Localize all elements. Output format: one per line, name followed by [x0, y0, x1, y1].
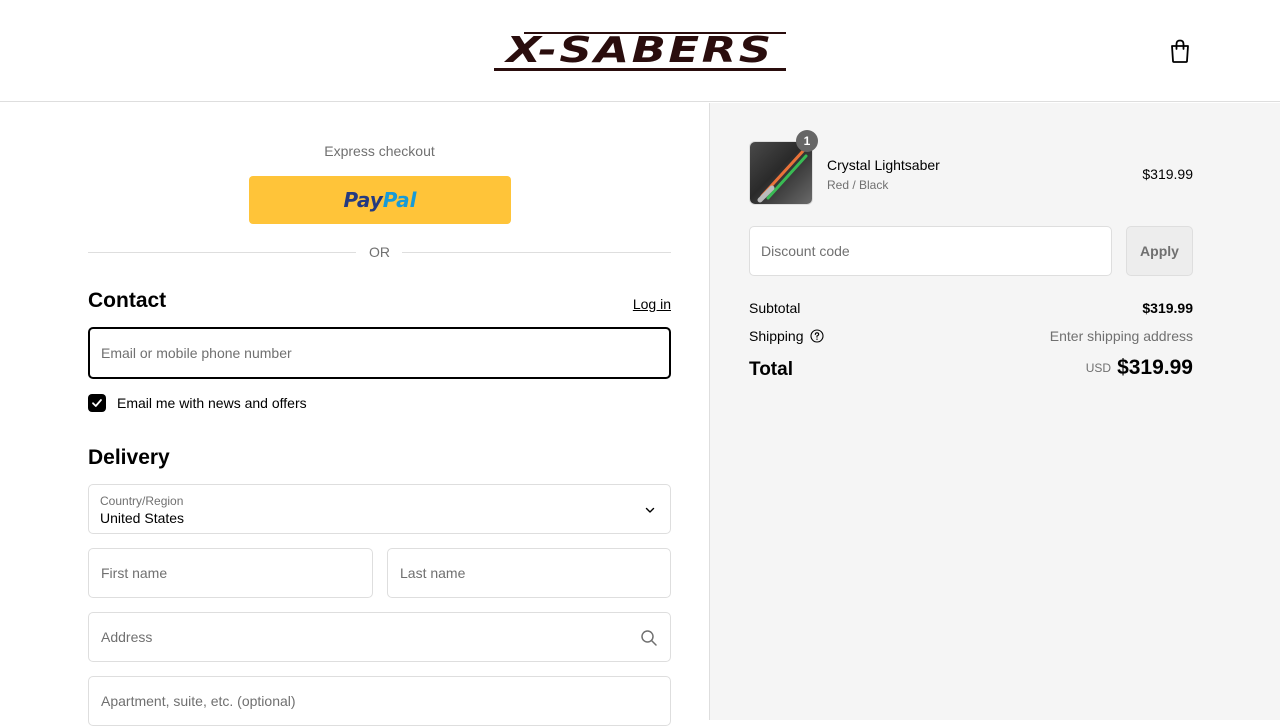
help-icon[interactable]	[809, 329, 824, 343]
or-text: OR	[369, 244, 390, 260]
address-field[interactable]	[88, 612, 671, 662]
store-logo[interactable]: X-SABERS	[494, 30, 786, 72]
logo-text: X-SABERS	[506, 30, 774, 71]
product-name: Crystal Lightsaber	[827, 157, 940, 173]
paypal-logo: PayPal	[343, 188, 416, 212]
total-label: Total	[749, 359, 793, 380]
shipping-label: Shipping	[749, 328, 804, 344]
product-variant: Red / Black	[827, 178, 889, 192]
last-name-field[interactable]	[387, 548, 671, 598]
order-summary-panel: 1 Crystal Lightsaber Red / Black $319.99…	[709, 103, 1280, 720]
country-label: Country/Region	[100, 494, 184, 508]
or-divider: OR	[88, 242, 671, 262]
subtotal-value: $319.99	[1142, 300, 1193, 316]
discount-input[interactable]	[750, 227, 1111, 275]
shipping-value: Enter shipping address	[1049, 328, 1193, 344]
paypal-button[interactable]: PayPal	[249, 176, 511, 224]
checkout-header: X-SABERS	[0, 0, 1280, 102]
apply-button[interactable]: Apply	[1126, 226, 1193, 276]
currency-code: USD	[1085, 361, 1112, 375]
discount-field[interactable]	[749, 226, 1112, 276]
checkout-form-panel: Express checkout PayPal OR Contact Log i…	[0, 103, 709, 726]
last-name-input[interactable]	[388, 549, 670, 597]
shipping-row: Shipping	[749, 328, 824, 344]
country-value: United States	[100, 510, 185, 526]
apartment-input[interactable]	[89, 677, 670, 725]
product-price: $319.99	[1142, 166, 1193, 182]
newsletter-option[interactable]: Email me with news and offers	[88, 393, 307, 413]
total-amount: USD $319.99	[973, 356, 1193, 380]
login-link[interactable]: Log in	[600, 296, 671, 312]
checkmark-icon	[92, 399, 102, 407]
country-select[interactable]: Country/Region United States	[88, 484, 671, 534]
paypal-logo-pal: Pal	[382, 188, 417, 212]
express-checkout-label: Express checkout	[324, 143, 435, 159]
delivery-title: Delivery	[88, 446, 170, 469]
first-name-field[interactable]	[88, 548, 373, 598]
search-icon[interactable]	[640, 629, 658, 647]
quantity-badge: 1	[796, 130, 818, 152]
chevron-down-icon	[645, 507, 655, 513]
address-input[interactable]	[89, 613, 670, 661]
apartment-field[interactable]	[88, 676, 671, 726]
first-name-input[interactable]	[89, 549, 372, 597]
email-input[interactable]	[90, 329, 669, 377]
shopping-bag-icon[interactable]	[1168, 38, 1192, 64]
contact-title: Contact	[88, 289, 167, 312]
newsletter-label[interactable]: Email me with news and offers	[117, 395, 307, 411]
email-field[interactable]	[88, 327, 671, 379]
subtotal-label: Subtotal	[749, 300, 801, 316]
newsletter-checkbox[interactable]	[88, 394, 106, 412]
paypal-logo-pay: Pay	[343, 188, 383, 212]
total-value: $319.99	[1117, 356, 1193, 379]
